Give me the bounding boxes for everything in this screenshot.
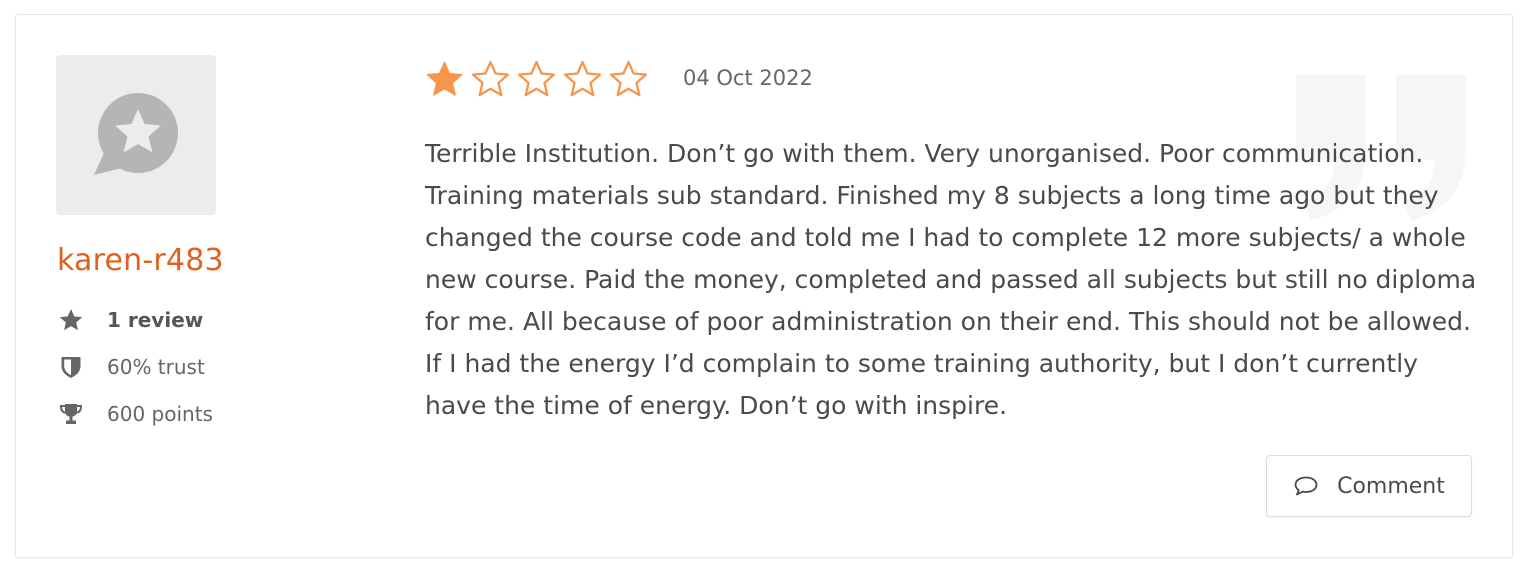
- reviewer-username[interactable]: karen-r483: [57, 243, 224, 278]
- stat-label: 60% trust: [107, 355, 205, 379]
- trophy-icon: [56, 401, 86, 427]
- speech-bubble-icon: [1294, 476, 1318, 496]
- star-empty-icon: [609, 60, 648, 97]
- review-card: karen-r483 1 review 60% trust 600 points…: [15, 14, 1513, 558]
- stat-points: 600 points: [56, 401, 213, 427]
- stat-label: 600 points: [107, 402, 213, 426]
- star-rating: [424, 59, 649, 98]
- star-empty-icon: [471, 60, 510, 97]
- review-text: Terrible Institution. Don’t go with them…: [425, 139, 1477, 420]
- star-empty-icon: [563, 60, 602, 97]
- star-filled-icon: [426, 61, 463, 96]
- avatar[interactable]: [56, 55, 216, 215]
- comment-button-label: Comment: [1337, 473, 1445, 499]
- comment-button[interactable]: Comment: [1266, 455, 1472, 517]
- stat-label: 1 review: [107, 308, 204, 332]
- stat-reviews: 1 review: [56, 307, 203, 333]
- star-empty-icon: [517, 60, 556, 97]
- shield-icon: [56, 354, 86, 380]
- stat-trust: 60% trust: [56, 354, 205, 380]
- review-date: 04 Oct 2022: [683, 66, 813, 90]
- star-speech-bubble-icon: [94, 93, 178, 175]
- star-icon: [56, 307, 86, 333]
